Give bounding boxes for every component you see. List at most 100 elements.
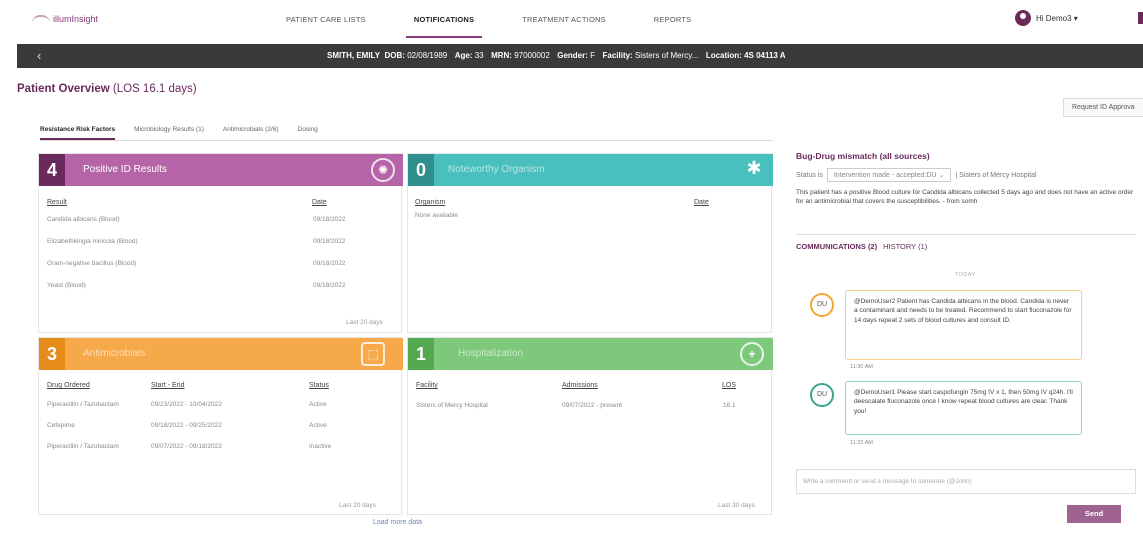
top-nav: illumInsight PATIENT CARE LISTS NOTIFICA… <box>0 0 1143 42</box>
date-separator: TODAY <box>955 272 976 278</box>
col-facility: Facility <box>416 382 438 389</box>
card-title: Positive ID Results <box>83 164 167 175</box>
card-footer: Last 30 days <box>718 502 755 509</box>
nav-notifications[interactable]: NOTIFICATIONS <box>405 15 483 38</box>
tab-resistance-risk-factors[interactable]: Resistance Risk Factors <box>40 126 116 140</box>
back-chevron-icon[interactable]: ‹ <box>37 48 41 63</box>
app-logo[interactable]: illumInsight <box>32 14 98 24</box>
tab-divider <box>40 140 773 141</box>
empty-state: None available <box>415 212 459 219</box>
message-avatar: DU <box>810 383 834 407</box>
message-input[interactable]: Write a comment or send a message to som… <box>796 469 1136 494</box>
divider <box>796 234 1136 235</box>
col-date: Date <box>312 199 327 206</box>
drug-dates-2: 09/18/2022 - 09/25/2022 <box>151 422 222 429</box>
noteworthy-organism-card: 0 Noteworthy Organism ✱ Organism Date No… <box>407 153 773 333</box>
hospital-plus-icon: + <box>740 342 764 366</box>
tab-microbiology-results[interactable]: Microbiology Results (1) <box>134 126 204 140</box>
result-date-4: 09/18/2022 <box>313 282 346 289</box>
edge-icon <box>1138 12 1143 24</box>
age-value: 33 <box>474 51 484 60</box>
card-header: 4 Positive ID Results ✺ <box>39 154 403 186</box>
dob-label: DOB: <box>384 51 405 60</box>
tab-dosing[interactable]: Dosing <box>298 126 318 140</box>
card-title: Antimicrobials <box>83 348 146 359</box>
location-value: 4S 04113 A <box>744 51 786 60</box>
col-result: Result <box>47 199 67 206</box>
drug-row-1: Piperacillin / Tazobactam <box>47 401 119 408</box>
result-row-4: Yeast (Blood) <box>47 282 86 289</box>
col-status: Status <box>309 382 329 389</box>
patient-name: SMITH, EMILY <box>327 51 381 60</box>
nav-treatment-actions[interactable]: TREATMENT ACTIONS <box>522 15 606 24</box>
hosp-los-1: 16.1 <box>723 402 736 409</box>
dob-value: 02/08/1989 <box>407 51 448 60</box>
user-menu[interactable]: Hi Demo3 ▾ <box>1015 10 1078 26</box>
page-title-text: Patient Overview <box>17 83 110 95</box>
logo-text: illumInsight <box>53 14 99 24</box>
drug-status-1: Active <box>309 401 327 408</box>
user-avatar-icon <box>1015 10 1031 26</box>
message-bubble: @DemoUser1 Please start caspofungin 75mg… <box>845 381 1082 435</box>
chevron-down-icon: ⌄ <box>938 172 945 179</box>
overview-tabs: Resistance Risk Factors Microbiology Res… <box>40 126 337 140</box>
card-title: Hospitalization <box>458 348 524 359</box>
result-date-3: 09/18/2022 <box>313 260 346 267</box>
bacteria-icon: ✱ <box>746 158 762 178</box>
tab-antimicrobials[interactable]: Antimicrobials (2/6) <box>223 126 279 140</box>
status-select-value: Intervention made - accepted:DU <box>833 172 937 179</box>
load-more-link[interactable]: Load more data <box>373 519 422 526</box>
col-drug-ordered: Drug Ordered <box>47 382 90 389</box>
card-header: 3 Antimicrobials ⬚ <box>39 338 403 370</box>
nav-reports[interactable]: REPORTS <box>654 15 692 24</box>
status-facility: | Sisters of Mercy Hospital <box>955 171 1037 179</box>
card-count: 1 <box>408 338 434 370</box>
mrn-label: MRN: <box>491 51 512 60</box>
antimicrobials-card: 3 Antimicrobials ⬚ Drug Ordered Start - … <box>38 337 403 515</box>
alert-title: Bug-Drug mismatch (all sources) <box>796 151 930 161</box>
col-admissions: Admissions <box>562 382 598 389</box>
hospitalization-card: 1 Hospitalization + Facility Admissions … <box>407 337 773 515</box>
page-title: Patient Overview (LOS 16.1 days) <box>17 83 197 95</box>
message-bubble: @DemoUser2 Patient has Candida albicans … <box>845 290 1082 360</box>
card-title: Noteworthy Organism <box>448 164 545 175</box>
drug-status-3: Inactive <box>309 443 332 450</box>
gender-label: Gender: <box>557 51 588 60</box>
col-date: Date <box>694 199 709 206</box>
facility-label: Facility: <box>602 51 633 60</box>
logo-mark-icon <box>32 15 50 23</box>
alert-description: This patient has a positive Blood cultur… <box>796 189 1134 206</box>
card-count: 3 <box>39 338 65 370</box>
drug-row-2: Cefepime <box>47 422 75 429</box>
card-footer: Last 20 days <box>339 502 376 509</box>
result-row-2: Elizabethkingia miricola (Blood) <box>47 238 138 245</box>
message-avatar: DU <box>810 293 834 317</box>
card-footer: Last 20 days <box>346 319 383 326</box>
col-start-end: Start - End <box>151 382 185 389</box>
comm-tabs: COMMUNICATIONS (2) HISTORY (1) <box>796 242 927 251</box>
status-select[interactable]: Intervention made - accepted:DU ⌄ <box>826 168 952 182</box>
facility-value: Sisters of Mercy... <box>634 51 699 60</box>
result-date-1: 09/18/2022 <box>313 216 346 223</box>
tab-history[interactable]: HISTORY (1) <box>883 242 927 251</box>
hosp-admissions-1: 09/07/2022 - present <box>562 402 622 409</box>
drug-status-2: Active <box>309 422 327 429</box>
request-id-approval-button[interactable]: Request ID Approva <box>1063 98 1143 117</box>
tab-communications[interactable]: COMMUNICATIONS (2) <box>796 242 877 251</box>
user-greeting: Hi Demo3 ▾ <box>1036 13 1078 23</box>
mrn-value: 97000002 <box>514 51 550 60</box>
alert-status: Status is Intervention made - accepted:D… <box>796 168 1037 182</box>
card-header: 1 Hospitalization + <box>408 338 773 370</box>
send-button[interactable]: Send <box>1067 505 1121 523</box>
virus-icon: ✺ <box>371 158 395 182</box>
location-label: Location: <box>705 51 742 60</box>
patient-bar: ‹ SMITH, EMILY DOB: 02/08/1989 Age: 33 M… <box>17 44 1143 68</box>
card-header: 0 Noteworthy Organism ✱ <box>408 154 773 186</box>
status-label: Status is <box>796 171 823 179</box>
result-row-3: Gram-negative bacillus (Blood) <box>47 260 137 267</box>
nav-patient-care-lists[interactable]: PATIENT CARE LISTS <box>286 15 366 24</box>
hosp-facility-1: Sisters of Mercy Hospital <box>416 402 488 409</box>
nav-menu: PATIENT CARE LISTS NOTIFICATIONS TREATME… <box>286 15 739 38</box>
drug-dates-3: 09/07/2022 - 09/18/2022 <box>151 443 222 450</box>
result-row-1: Candida albicans (Blood) <box>47 216 120 223</box>
